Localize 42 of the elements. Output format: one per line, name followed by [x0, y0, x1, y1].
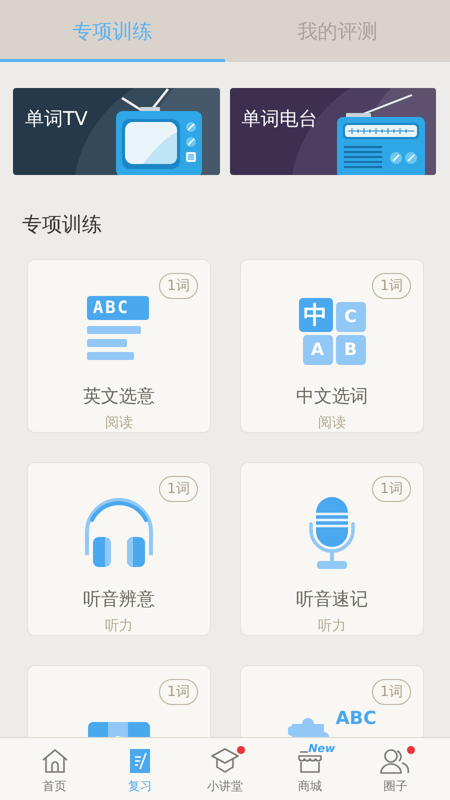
training-card[interactable]: 中 C A B 中文选词 阅读 1词 [240, 259, 424, 433]
word-count-badge: 1词 [159, 273, 198, 299]
home-icon [40, 748, 69, 774]
nav-tab[interactable]: 小讲堂 [194, 738, 255, 800]
training-card[interactable]: ABC 1词 [240, 665, 424, 737]
card-title: 听音速记 [296, 588, 368, 611]
abc-label: ABC [336, 708, 376, 729]
new-tag: New [308, 743, 336, 755]
word-count-badge: 1词 [372, 476, 411, 502]
card-subtitle: 听力 [318, 617, 346, 635]
word-count-badge: 1词 [372, 273, 411, 299]
card-subtitle: 阅读 [105, 414, 133, 432]
banner-card[interactable]: 单词电台 [230, 88, 436, 175]
letter-tile: A [302, 334, 332, 364]
card-title: 听音辨意 [83, 588, 155, 611]
letter-tile: B [336, 334, 366, 364]
word-count-badge: 1词 [159, 476, 198, 502]
banner-title: 单词TV [25, 107, 88, 132]
card-subtitle: 听力 [105, 617, 133, 635]
nav-tab[interactable]: 复习 [110, 738, 170, 800]
training-card[interactable]: ABC 英文选意 阅读 1词 [27, 259, 211, 433]
section-title: 专项训练 [21, 211, 103, 238]
training-card[interactable]: 听音辨意 听力 1词 [27, 462, 211, 636]
letter-tile: 中 [298, 298, 332, 332]
word-count-badge: 1词 [372, 679, 411, 705]
card-title: 中文选词 [296, 385, 368, 408]
note-icon [128, 748, 151, 774]
training-card[interactable]: 1词 [27, 665, 211, 737]
people-icon [380, 748, 410, 774]
letter-tile: C [336, 302, 366, 332]
banner-card[interactable]: 单词TV [13, 88, 220, 175]
card-title: 英文选意 [83, 385, 155, 408]
training-card[interactable]: 听音速记 听力 1词 [240, 462, 424, 636]
banner-title: 单词电台 [242, 107, 318, 132]
card-subtitle: 阅读 [318, 414, 346, 432]
word-count-badge: 1词 [159, 679, 198, 705]
microphone-icon [308, 497, 356, 571]
headphones-icon [83, 498, 155, 570]
nav-tab[interactable]: 圈子 [365, 738, 426, 800]
abc-label: ABC [87, 296, 149, 320]
nav-tab[interactable]: 首页 [24, 738, 85, 800]
graduation-cap-icon [210, 746, 240, 774]
